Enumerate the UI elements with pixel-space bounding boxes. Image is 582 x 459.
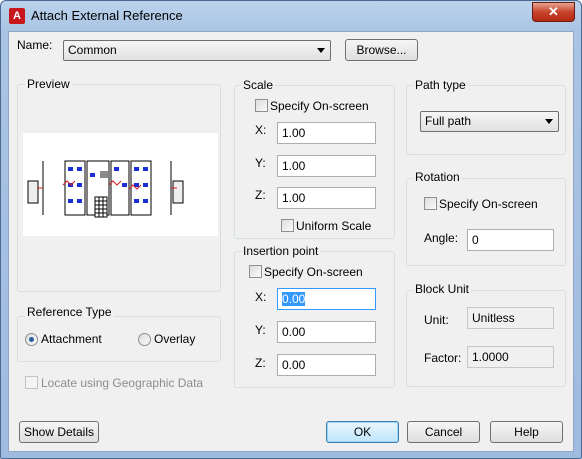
insertion-point-title: Insertion point [241,244,321,258]
geographic-data-checkbox[interactable] [25,376,38,389]
window-title: Attach External Reference [31,8,183,23]
preview-title: Preview [25,77,72,91]
rotation-group [406,178,566,266]
attachment-radio[interactable] [25,333,38,346]
insertion-x-input[interactable]: 0.00 [277,288,376,310]
insertion-specify-label[interactable]: Specify On-screen [264,265,363,279]
overlay-label[interactable]: Overlay [154,332,195,346]
cancel-button[interactable]: Cancel [407,421,480,443]
path-type-dropdown[interactable]: Full path [420,111,559,132]
scale-y-label: Y: [255,156,266,170]
insertion-x-value: 0.00 [282,292,306,306]
scale-specify-checkbox[interactable] [255,99,268,112]
block-unit-group [406,290,566,387]
close-button[interactable]: ✕ [532,2,575,22]
autocad-app-icon: A [9,8,25,24]
scale-y-input[interactable]: 1.00 [277,155,376,177]
show-details-button[interactable]: Show Details [19,421,99,443]
dialog-body: Name: Common Browse... Preview Reference… [8,31,574,452]
factor-value: 1.0000 [467,346,554,368]
unit-label: Unit: [424,313,449,327]
rotation-title: Rotation [413,170,462,184]
drawing-thumbnail-icon [27,160,184,218]
insertion-x-label: X: [255,290,267,304]
scale-x-label: X: [255,123,267,137]
insertion-z-input[interactable]: 0.00 [277,354,376,376]
name-label: Name: [17,38,53,52]
scale-x-input[interactable]: 1.00 [277,122,376,144]
scale-title: Scale [241,78,276,92]
angle-label: Angle: [424,231,459,245]
unit-value: Unitless [467,307,554,329]
rotation-specify-checkbox[interactable] [424,197,437,210]
insertion-specify-checkbox[interactable] [249,265,262,278]
overlay-radio[interactable] [138,333,151,346]
angle-input[interactable]: 0 [467,229,554,251]
path-type-title: Path type [413,78,468,92]
help-button[interactable]: Help [490,421,563,443]
chevron-down-icon [545,119,553,124]
rotation-specify-label[interactable]: Specify On-screen [439,197,538,211]
geographic-data-label: Locate using Geographic Data [41,376,204,390]
insertion-y-label: Y: [255,323,266,337]
dialog-window: A Attach External Reference ✕ Name: Comm… [0,0,582,459]
insertion-z-label: Z: [255,356,266,370]
browse-button[interactable]: Browse... [345,39,418,61]
chevron-down-icon [317,48,325,53]
scale-z-input[interactable]: 1.00 [277,187,376,209]
block-unit-title: Block Unit [413,282,472,296]
scale-z-label: Z: [255,188,266,202]
factor-label: Factor: [424,351,462,365]
attachment-label[interactable]: Attachment [41,332,102,346]
path-type-value: Full path [425,114,472,128]
name-dropdown[interactable]: Common [63,40,331,61]
name-dropdown-value: Common [68,43,117,57]
uniform-scale-checkbox[interactable] [281,219,294,232]
reference-type-title: Reference Type [25,305,114,319]
preview-image [23,133,218,236]
scale-specify-label[interactable]: Specify On-screen [270,99,369,113]
uniform-scale-label[interactable]: Uniform Scale [296,219,371,233]
title-bar[interactable]: A Attach External Reference ✕ [1,1,581,31]
insertion-y-input[interactable]: 0.00 [277,321,376,343]
ok-button[interactable]: OK [326,421,399,443]
